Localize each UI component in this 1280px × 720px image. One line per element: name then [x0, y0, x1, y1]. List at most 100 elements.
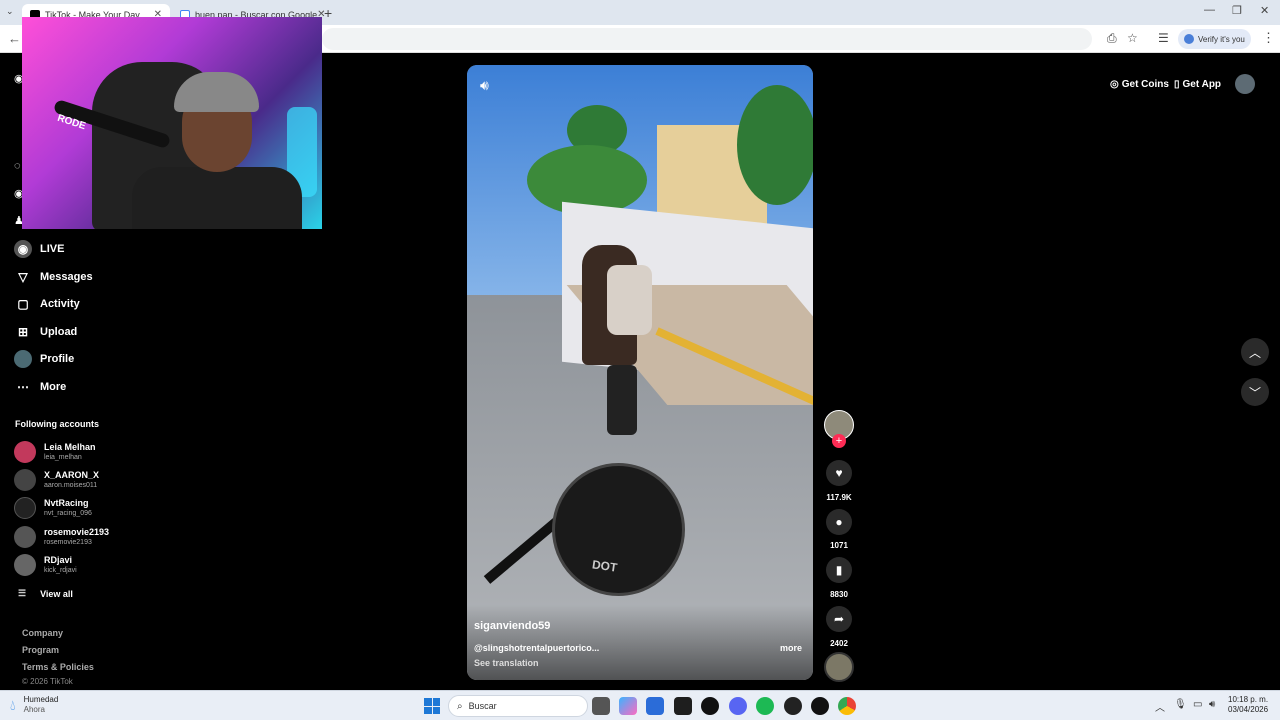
like-count: 117.9K	[826, 493, 852, 502]
bookmark-icon: ▮	[835, 563, 843, 577]
display-icon[interactable]: ▭	[1193, 699, 1202, 710]
upload-icon: ⊞	[17, 325, 29, 339]
search-icon: ⌕	[457, 700, 463, 712]
share-arrow-icon: ➦	[833, 612, 845, 626]
coin-icon: ◎	[1110, 78, 1119, 90]
like-button[interactable]: ♥	[826, 460, 852, 486]
get-app-button[interactable]: ▯ Get App	[1174, 74, 1221, 94]
account-name: RDjavi	[44, 555, 73, 565]
verify-label: Verify it's you	[1198, 34, 1245, 44]
sidebar-item-messages[interactable]: ▽ Messages	[14, 266, 92, 288]
caption-more-button[interactable]: more	[780, 643, 802, 653]
share-button[interactable]: ➦	[826, 606, 852, 632]
comment-button[interactable]: ●	[826, 509, 852, 535]
get-coins-label: Get Coins	[1121, 78, 1169, 90]
sidebar-item-label: More	[40, 381, 67, 393]
minimize-icon[interactable]: —	[1204, 4, 1215, 16]
get-coins-button[interactable]: ◎ Get Coins	[1110, 74, 1169, 94]
footer-link-terms[interactable]: Terms & Policies	[22, 662, 94, 672]
view-all-button[interactable]: ☰ View all	[18, 588, 73, 599]
video-scooter	[607, 365, 637, 435]
sidebar-item-upload[interactable]: ⊞ Upload	[14, 321, 77, 343]
sidebar-item-label: Upload	[40, 326, 78, 338]
following-account-item[interactable]: X_AARON_X aaron.moises011	[14, 467, 99, 493]
avatar	[14, 441, 36, 463]
sidebar-item-label: LIVE	[40, 243, 65, 255]
copilot-icon[interactable]	[619, 697, 637, 715]
back-arrow-icon[interactable]: ←	[8, 31, 21, 46]
windows-taskbar: 💧︎ Humedad Ahora ⌕ Buscar ︿ 🎙︎ ▭ 🔊︎ 10:1…	[0, 690, 1280, 720]
app-icon[interactable]	[784, 697, 802, 715]
humidity-icon: 💧︎	[10, 696, 16, 713]
weather-widget[interactable]: 💧︎ Humedad Ahora	[10, 695, 58, 715]
taskbar-search-input[interactable]: ⌕ Buscar	[448, 695, 588, 717]
chrome-icon[interactable]	[838, 697, 856, 715]
spotify-icon[interactable]	[756, 697, 774, 715]
media-controls-icon[interactable]: ☰	[1158, 31, 1169, 45]
list-icon: ☰	[18, 588, 27, 598]
install-app-icon[interactable]: ⎙	[1107, 31, 1117, 46]
following-account-item[interactable]: RDjavi kick_rdjavi	[14, 552, 77, 578]
phone-icon: ▯	[1174, 78, 1180, 90]
store-icon[interactable]	[646, 697, 664, 715]
avatar	[14, 526, 36, 548]
microphone-icon[interactable]: 🎙︎	[1174, 699, 1187, 710]
copyright: © 2026 TikTok	[22, 677, 73, 686]
video-caption: @slingshotrentalpuertorico...	[474, 643, 600, 653]
webcam-person-body	[132, 167, 302, 229]
volume-tray-icon[interactable]: 🔊︎	[1209, 699, 1215, 710]
account-handle: nvt_racing_096	[44, 510, 92, 517]
url-input[interactable]	[322, 28, 1092, 50]
save-button[interactable]: ▮	[826, 557, 852, 583]
close-window-icon[interactable]: ✕	[1260, 4, 1269, 17]
footer-link-company[interactable]: Company	[22, 628, 63, 638]
discord-icon[interactable]	[729, 697, 747, 715]
profile-icon	[14, 350, 32, 368]
following-account-item[interactable]: Leia Melhan leia_melhan	[14, 439, 96, 465]
video-tree	[737, 85, 813, 205]
obs-icon[interactable]	[701, 697, 719, 715]
more-icon: ⋯	[17, 380, 29, 394]
task-view-icon[interactable]	[592, 697, 610, 715]
bookmark-star-icon[interactable]: ☆	[1127, 31, 1138, 45]
chevron-down-icon: ﹀	[1248, 385, 1261, 400]
windows-start-icon[interactable]	[424, 698, 440, 714]
get-app-label: Get App	[1182, 78, 1222, 90]
profile-dot-icon	[1184, 34, 1194, 44]
video-author[interactable]: siganviendo59	[474, 620, 550, 632]
terminal-icon[interactable]	[674, 697, 692, 715]
account-name: Leia Melhan	[44, 442, 96, 452]
sidebar-item-profile[interactable]: Profile	[14, 348, 74, 370]
sidebar-item-label: Profile	[40, 353, 75, 365]
new-tab-button[interactable]: +	[324, 5, 332, 21]
browser-menu-icon[interactable]: ⋮	[1262, 30, 1275, 46]
previous-video-button[interactable]: ︿	[1241, 338, 1269, 366]
webcam-overlay: RODE	[22, 17, 322, 229]
user-avatar[interactable]	[1235, 74, 1255, 94]
footer-link-program[interactable]: Program	[22, 645, 59, 655]
verify-identity-button[interactable]: Verify it's you	[1178, 29, 1251, 49]
video-player[interactable]: DOT 🔊︎ siganviendo59 @slingshotrentalpue…	[467, 65, 813, 680]
following-account-item[interactable]: NvtRacing nvt_racing_096	[14, 495, 92, 521]
volume-icon[interactable]: 🔊︎	[480, 77, 489, 94]
sidebar-item-more[interactable]: ⋯ More	[14, 376, 66, 398]
sidebar-item-live[interactable]: ◉ LIVE	[14, 238, 64, 260]
taskbar-clock[interactable]: 10:18 p. m. 03/04/2026	[1228, 695, 1268, 715]
capcut-icon[interactable]	[811, 697, 829, 715]
sidebar-item-activity[interactable]: ▢ Activity	[14, 293, 79, 315]
restore-icon[interactable]: ❐	[1232, 4, 1242, 17]
video-backpack	[607, 265, 652, 335]
next-video-button[interactable]: ﹀	[1241, 378, 1269, 406]
music-disc[interactable]	[824, 652, 854, 682]
follow-plus-icon[interactable]: +	[832, 434, 846, 448]
see-translation-link[interactable]: See translation	[474, 658, 539, 668]
tray-chevron-icon[interactable]: ︿	[1155, 699, 1165, 714]
account-name: X_AARON_X	[44, 470, 100, 480]
view-all-label: View all	[40, 588, 73, 599]
avatar	[14, 554, 36, 576]
account-name: NvtRacing	[44, 498, 89, 508]
tab-search-icon[interactable]: ⌄	[6, 6, 14, 17]
weather-subtitle: Ahora	[23, 705, 45, 714]
messages-icon: ▽	[18, 270, 28, 284]
following-account-item[interactable]: rosemovie2193 rosemovie2193	[14, 524, 109, 550]
